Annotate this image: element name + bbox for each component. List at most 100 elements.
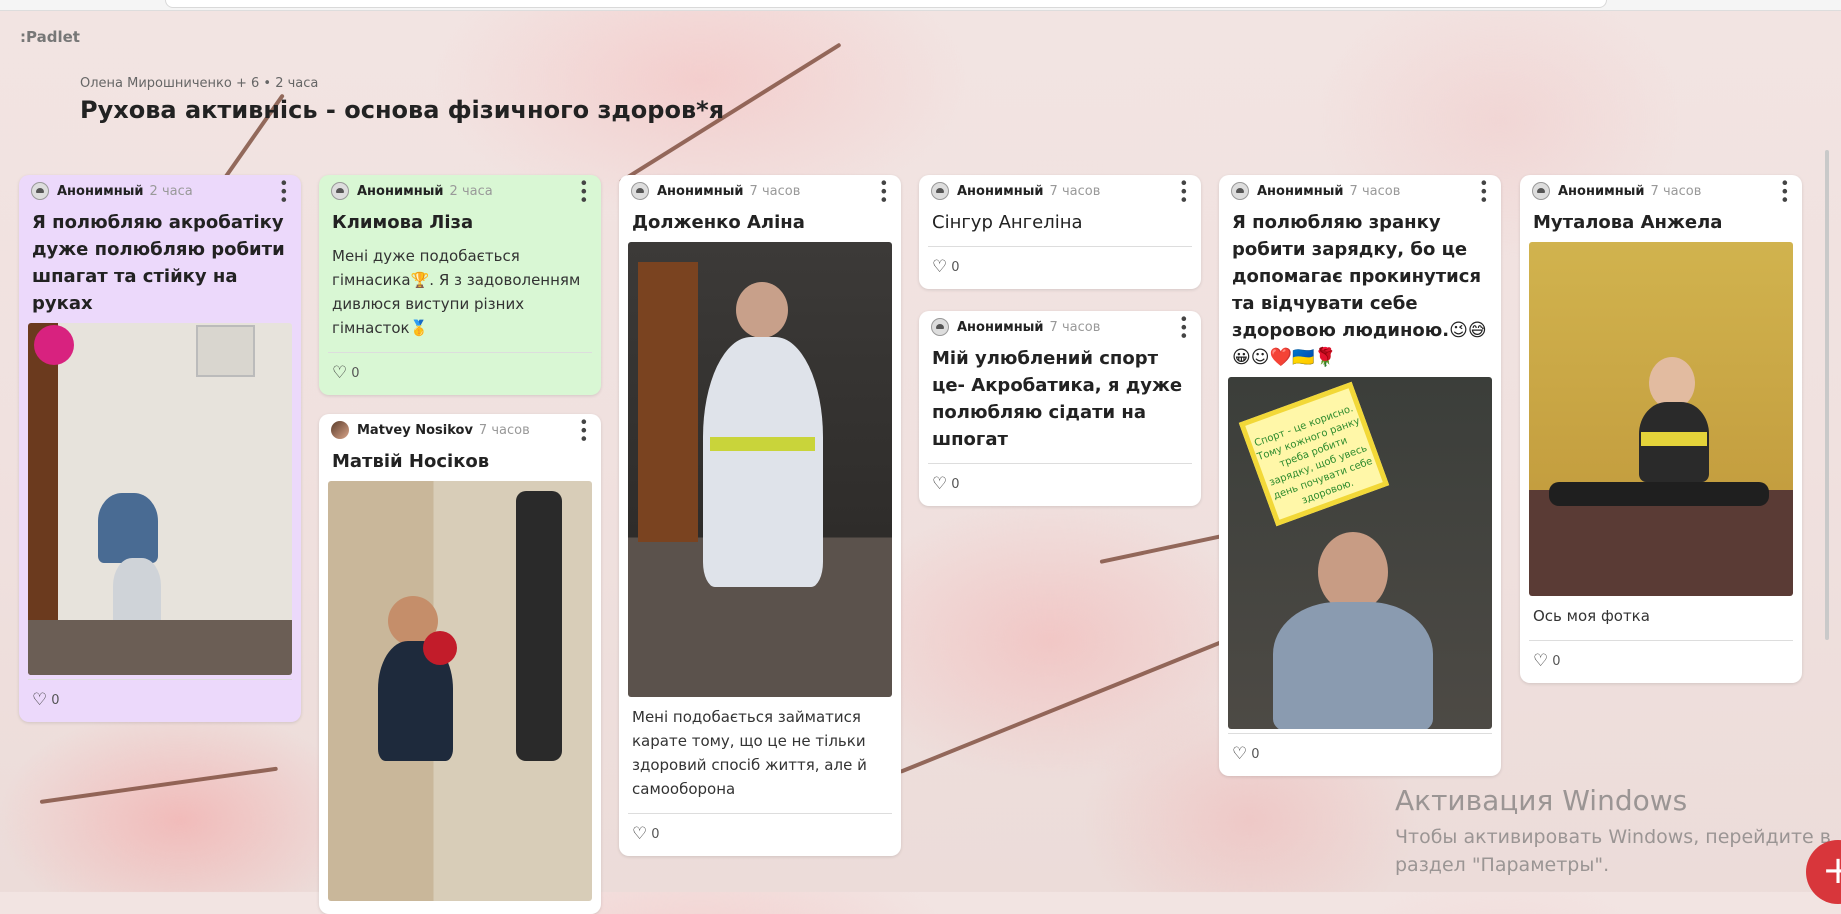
like-count: 0 (1552, 653, 1561, 669)
like-count: 0 (651, 826, 660, 842)
post-photo[interactable] (1529, 242, 1793, 596)
user-avatar-icon (1231, 182, 1249, 200)
post-footer: ♡ 0 (928, 463, 1192, 506)
karate-figure (703, 337, 823, 587)
child-figure (1273, 602, 1433, 729)
post-title: Сінгур Ангеліна (932, 212, 1083, 233)
heart-icon[interactable]: ♡ (932, 257, 947, 277)
activation-title: Активация Windows (1395, 784, 1688, 817)
child-head (736, 282, 788, 338)
board-title: Рухова активнісь - основа фізичного здор… (80, 96, 725, 124)
balloon-shape (34, 325, 74, 365)
browser-toolbar (0, 0, 1841, 11)
post-body: Ось моя фотка (1533, 607, 1650, 625)
more-vertical-icon[interactable]: ••• (1775, 178, 1794, 203)
post-body: Мені подобається займатися карате тому, … (632, 708, 867, 798)
more-vertical-icon[interactable]: ••• (1474, 178, 1493, 203)
post-photo[interactable] (28, 323, 292, 675)
post-footer: ♡ 0 (1529, 640, 1793, 683)
post-card[interactable]: Matvey Nosikov 7 часов ••• Матвій Носіко… (319, 414, 601, 914)
post-footer: ♡ 0 (1228, 733, 1492, 776)
post-title: Я полюбляю зранку робити зарядку, бо це … (1232, 212, 1487, 368)
post-header: Анонимный 7 часов ••• (1520, 175, 1802, 207)
more-vertical-icon[interactable]: ••• (874, 178, 893, 203)
split-legs (1549, 482, 1769, 506)
post-card[interactable]: Анонимный 7 часов ••• Муталова Анжела Ос… (1520, 175, 1802, 683)
post-author: Анонимный (657, 183, 744, 199)
post-header: Анонимный 7 часов ••• (1219, 175, 1501, 207)
post-card[interactable]: Анонимный 7 часов ••• Мій улюблений спор… (919, 311, 1201, 506)
user-avatar-icon (331, 182, 349, 200)
post-card[interactable]: Анонимный 2 часа ••• Климова Ліза Мені д… (319, 175, 601, 395)
branch-decoration (39, 766, 278, 804)
heart-icon[interactable]: ♡ (32, 690, 47, 710)
post-time: 7 часов (1049, 319, 1101, 335)
like-count: 0 (351, 365, 360, 381)
padlet-logo[interactable]: :Padlet (20, 28, 80, 46)
like-count: 0 (51, 692, 60, 708)
post-title: Климова Ліза (332, 212, 474, 233)
more-vertical-icon[interactable]: ••• (1174, 314, 1193, 339)
post-header: Анонимный 7 часов ••• (919, 175, 1201, 207)
heart-icon[interactable]: ♡ (332, 363, 347, 383)
user-avatar-icon (1532, 182, 1550, 200)
post-header: Анонимный 2 часа ••• (19, 175, 301, 207)
windows-activation-watermark: Активация Windows Чтобы активировать Win… (1395, 784, 1831, 879)
heart-icon[interactable]: ♡ (1232, 744, 1247, 764)
branch-decoration (899, 627, 1254, 774)
user-avatar-icon (931, 318, 949, 336)
post-time: 7 часов (749, 183, 801, 199)
post-card[interactable]: Анонимный 7 часов ••• Я полюбляю зранку … (1219, 175, 1501, 776)
post-card[interactable]: Анонимный 7 часов ••• Сінгур Ангеліна ♡ … (919, 175, 1201, 289)
post-author: Анонимный (1558, 183, 1645, 199)
post-title: Муталова Анжела (1533, 212, 1723, 233)
post-photo[interactable] (328, 481, 592, 901)
yellow-stripe (1641, 432, 1707, 446)
boxing-glove (423, 631, 457, 665)
activation-line: Чтобы активировать Windows, перейдите в (1395, 826, 1831, 848)
post-author: Matvey Nosikov (357, 422, 473, 438)
post-header: Анонимный 2 часа ••• (319, 175, 601, 207)
more-vertical-icon[interactable]: ••• (574, 178, 593, 203)
post-photo[interactable] (628, 242, 892, 697)
post-author: Анонимный (957, 319, 1044, 335)
user-avatar-icon (631, 182, 649, 200)
like-count: 0 (951, 259, 960, 275)
more-vertical-icon[interactable]: ••• (574, 417, 593, 442)
heart-icon[interactable]: ♡ (632, 824, 647, 844)
post-author: Анонимный (957, 183, 1044, 199)
post-time: 7 часов (1650, 183, 1702, 199)
like-count: 0 (1251, 746, 1260, 762)
punching-bag (516, 491, 562, 761)
post-title: Матвій Носіков (332, 451, 490, 472)
heart-icon[interactable]: ♡ (932, 474, 947, 494)
board-meta: Олена Мирошниченко + 6 • 2 часа (80, 76, 319, 91)
post-photo[interactable]: Спорт - це корисно. Тому кожного ранку т… (1228, 377, 1492, 729)
child-head (1318, 532, 1388, 612)
post-time: 7 часов (478, 422, 530, 438)
post-title: Мій улюблений спорт це- Акробатика, я ду… (932, 348, 1183, 450)
post-author: Анонимный (57, 183, 144, 199)
post-header: Анонимный 7 часов ••• (619, 175, 901, 207)
floor (28, 620, 292, 675)
post-time: 2 часа (149, 183, 193, 199)
scrollbar[interactable] (1825, 150, 1829, 640)
more-vertical-icon[interactable]: ••• (274, 178, 293, 203)
post-footer: ♡ 0 (328, 352, 592, 395)
user-avatar-icon (331, 421, 349, 439)
post-time: 2 часа (449, 183, 493, 199)
heart-icon[interactable]: ♡ (1533, 651, 1548, 671)
post-header: Matvey Nosikov 7 часов ••• (319, 414, 601, 446)
user-avatar-icon (931, 182, 949, 200)
address-bar[interactable] (165, 0, 1607, 8)
post-card[interactable]: Анонимный 2 часа ••• Я полюбляю акробаті… (19, 175, 301, 722)
post-footer: ♡ 0 (28, 679, 292, 722)
post-card[interactable]: Анонимный 7 часов ••• Долженко Аліна Мен… (619, 175, 901, 856)
like-count: 0 (951, 476, 960, 492)
more-vertical-icon[interactable]: ••• (1174, 178, 1193, 203)
child-figure (113, 558, 161, 628)
post-author: Анонимный (357, 183, 444, 199)
post-title: Долженко Аліна (632, 212, 805, 233)
yellow-belt (710, 437, 815, 451)
post-footer: ♡ 0 (628, 813, 892, 856)
